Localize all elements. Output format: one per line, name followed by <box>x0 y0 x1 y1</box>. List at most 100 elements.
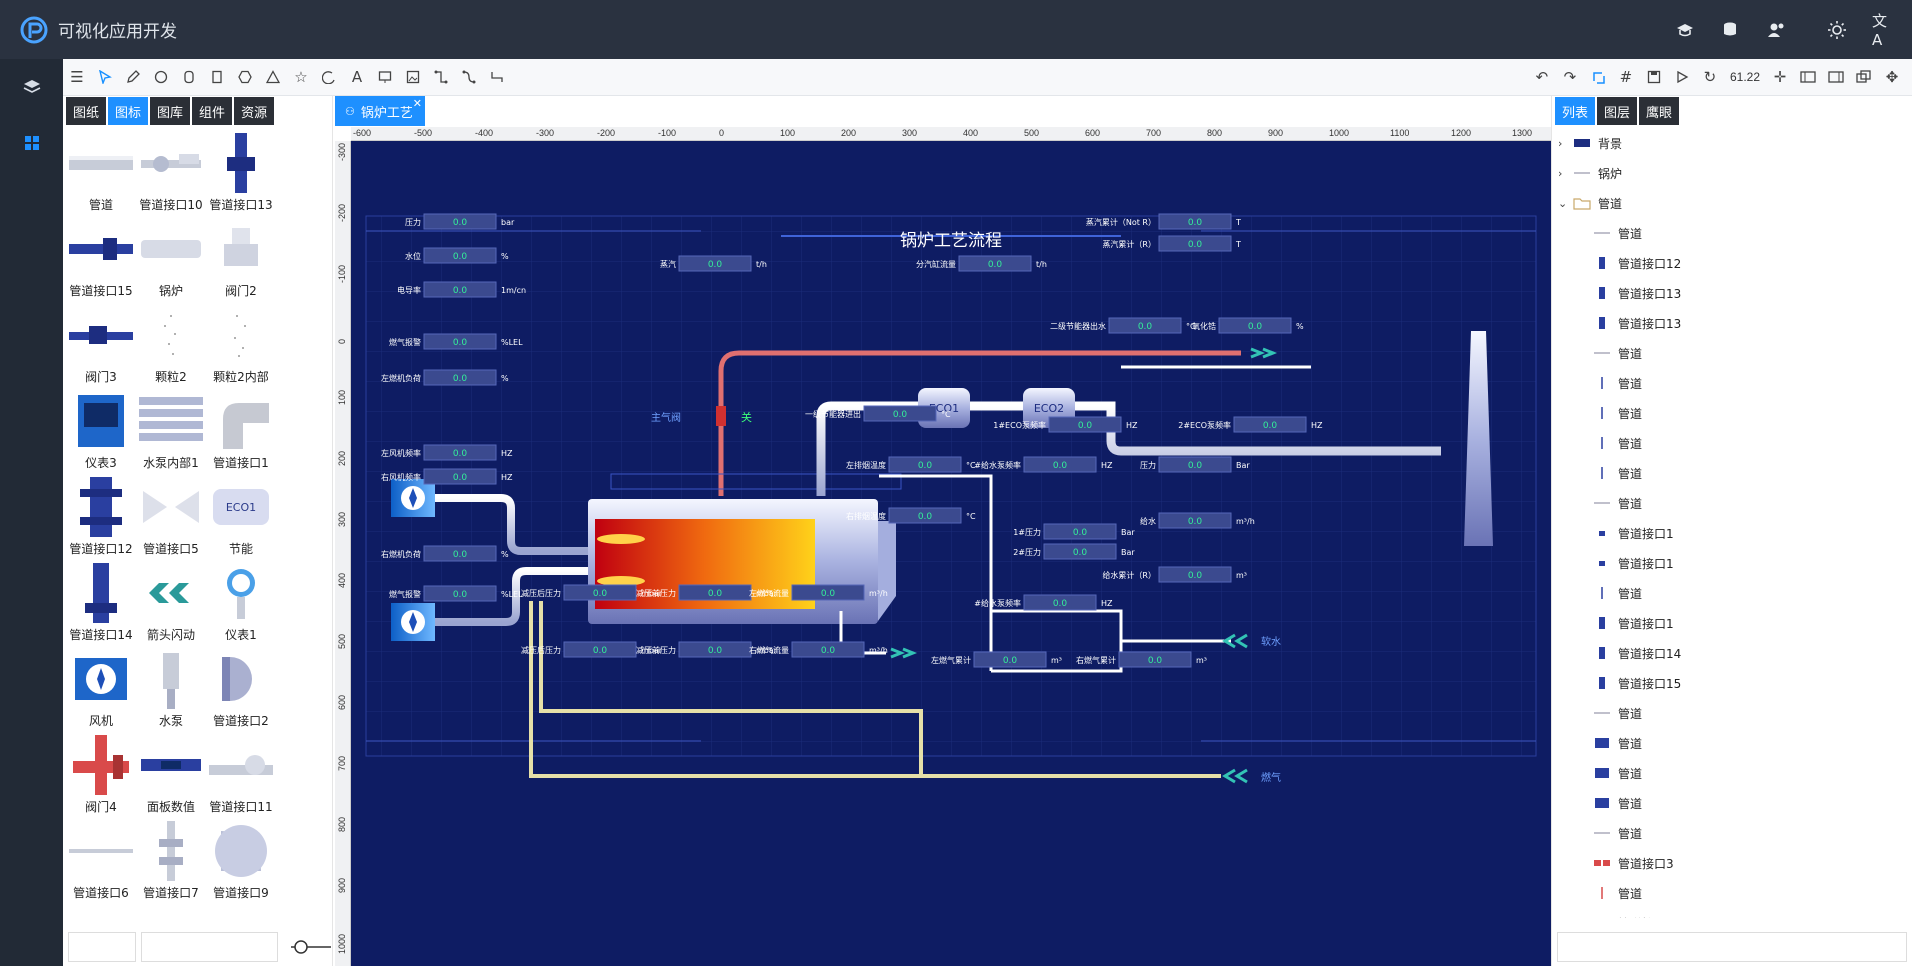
tree-item[interactable]: 管道 <box>1552 698 1912 728</box>
layers-icon[interactable] <box>0 59 63 115</box>
thumb-size-slider[interactable] <box>289 937 333 957</box>
center-icon[interactable]: ✛ <box>1766 63 1794 91</box>
menu-icon[interactable]: ☰ <box>63 63 91 91</box>
rounded-rect-tool-icon[interactable] <box>175 63 203 91</box>
library-item[interactable]: 管道接口15 <box>66 218 136 304</box>
tree-item[interactable]: 管道接口13 <box>1552 278 1912 308</box>
tree-item[interactable]: 管道接口13 <box>1552 308 1912 338</box>
connector-tool-icon[interactable] <box>427 63 455 91</box>
close-tab-icon[interactable]: ✕ <box>413 97 422 110</box>
tree-item[interactable]: 管道 <box>1552 488 1912 518</box>
expand-chevron-icon[interactable]: › <box>1558 137 1572 150</box>
redo-icon[interactable]: ↷ <box>1556 63 1584 91</box>
library-item[interactable]: 水泵 <box>136 648 206 734</box>
tree-item[interactable]: 管道接口1 <box>1552 908 1912 919</box>
dashboard-icon[interactable] <box>0 115 63 171</box>
library-search-input[interactable] <box>141 932 278 962</box>
library-item[interactable]: 颗粒2 <box>136 304 206 390</box>
refresh-icon[interactable]: ↻ <box>1696 63 1724 91</box>
library-item[interactable]: 管道接口10 <box>136 132 206 218</box>
fullscreen-icon[interactable]: ✥ <box>1878 63 1906 91</box>
library-filter-box[interactable] <box>68 932 136 962</box>
library-tab[interactable]: 组件 <box>192 97 233 125</box>
diagram-canvas[interactable]: 锅炉工艺流程 主气阀 关 ECO1 ECO2 软水 燃气 压力 0.0 bar … <box>351 141 1551 966</box>
select-pointer-icon[interactable] <box>91 63 119 91</box>
tree-item[interactable]: 管道接口1 <box>1552 608 1912 638</box>
library-item[interactable]: 阀门4 <box>66 734 136 820</box>
library-item[interactable]: 锅炉 <box>136 218 206 304</box>
library-item[interactable]: 管道接口7 <box>136 820 206 906</box>
library-item[interactable]: 管道接口9 <box>206 820 276 906</box>
monitor-tool-icon[interactable] <box>371 63 399 91</box>
library-item[interactable]: 仪表3 <box>66 390 136 476</box>
tree-item[interactable]: 管道接口1 <box>1552 548 1912 578</box>
tree-item[interactable]: 管道 <box>1552 878 1912 908</box>
library-item[interactable]: 管道 <box>66 132 136 218</box>
tree-item[interactable]: 管道 <box>1552 428 1912 458</box>
grid-icon[interactable]: # <box>1612 63 1640 91</box>
library-item[interactable]: 阀门2 <box>206 218 276 304</box>
zoom-level[interactable]: 61.22 <box>1724 70 1766 84</box>
triangle-tool-icon[interactable] <box>259 63 287 91</box>
tree-item[interactable]: 管道 <box>1552 578 1912 608</box>
panel-left-icon[interactable] <box>1794 63 1822 91</box>
tab-document[interactable]: ⚇ 锅炉工艺 ✕ <box>335 96 425 126</box>
library-item[interactable]: 管道接口11 <box>206 734 276 820</box>
tree-item[interactable]: 管道 <box>1552 788 1912 818</box>
library-item[interactable]: 管道接口1 <box>206 390 276 476</box>
library-item[interactable]: 水泵内部1 <box>136 390 206 476</box>
library-item[interactable]: 管道接口6 <box>66 820 136 906</box>
library-tab[interactable]: 资源 <box>234 97 275 125</box>
expand-chevron-icon[interactable]: › <box>1558 167 1572 180</box>
library-item[interactable]: 箭头闪动 <box>136 562 206 648</box>
arc-tool-icon[interactable] <box>315 63 343 91</box>
expand-chevron-icon[interactable]: ⌄ <box>1558 197 1572 210</box>
library-item[interactable]: 阀门3 <box>66 304 136 390</box>
library-tab[interactable]: 图库 <box>150 97 191 125</box>
outline-tab[interactable]: 鹰眼 <box>1639 97 1680 125</box>
text-tool-icon[interactable]: A <box>343 63 371 91</box>
tree-item[interactable]: 管道接口3 <box>1552 848 1912 878</box>
library-item[interactable]: 管道接口2 <box>206 648 276 734</box>
graduate-icon[interactable] <box>1674 19 1696 41</box>
tree-item[interactable]: 管道接口12 <box>1552 248 1912 278</box>
tree-item[interactable]: › 背景 <box>1552 128 1912 158</box>
tree-item[interactable]: 管道 <box>1552 728 1912 758</box>
library-item[interactable]: 管道接口13 <box>206 132 276 218</box>
image-tool-icon[interactable] <box>399 63 427 91</box>
database-user-icon[interactable] <box>1720 19 1742 41</box>
library-item[interactable]: 风机 <box>66 648 136 734</box>
library-item[interactable]: 管道接口5 <box>136 476 206 562</box>
tree-item[interactable]: 管道 <box>1552 458 1912 488</box>
panel-right-icon[interactable] <box>1822 63 1850 91</box>
tree-item[interactable]: 管道 <box>1552 368 1912 398</box>
undo-icon[interactable]: ↶ <box>1528 63 1556 91</box>
outline-tab[interactable]: 图层 <box>1597 97 1638 125</box>
translate-icon[interactable]: 文A <box>1872 12 1894 49</box>
users-icon[interactable] <box>1766 19 1788 41</box>
curve-connector-icon[interactable] <box>455 63 483 91</box>
pen-icon[interactable] <box>119 63 147 91</box>
tree-item[interactable]: 管道 <box>1552 398 1912 428</box>
library-tab[interactable]: 图标 <box>108 97 149 125</box>
rect-tool-icon[interactable] <box>203 63 231 91</box>
library-item[interactable]: 颗粒2内部 <box>206 304 276 390</box>
hexagon-tool-icon[interactable] <box>231 63 259 91</box>
outline-search-input[interactable] <box>1557 932 1907 962</box>
tree-item[interactable]: 管道接口1 <box>1552 518 1912 548</box>
snap-icon[interactable] <box>1584 63 1612 91</box>
circle-tool-icon[interactable] <box>147 63 175 91</box>
tree-item[interactable]: ⌄ 管道 <box>1552 188 1912 218</box>
tree-item[interactable]: › 锅炉 <box>1552 158 1912 188</box>
save-icon[interactable] <box>1640 63 1668 91</box>
play-icon[interactable] <box>1668 63 1696 91</box>
tree-item[interactable]: 管道接口15 <box>1552 668 1912 698</box>
library-item[interactable]: 仪表1 <box>206 562 276 648</box>
tree-item[interactable]: 管道 <box>1552 758 1912 788</box>
tree-item[interactable]: 管道 <box>1552 338 1912 368</box>
star-tool-icon[interactable]: ☆ <box>287 63 315 91</box>
library-item[interactable]: 管道接口14 <box>66 562 136 648</box>
sun-icon[interactable] <box>1826 19 1848 41</box>
window-icon[interactable] <box>1850 63 1878 91</box>
library-item[interactable]: 面板数值 <box>136 734 206 820</box>
